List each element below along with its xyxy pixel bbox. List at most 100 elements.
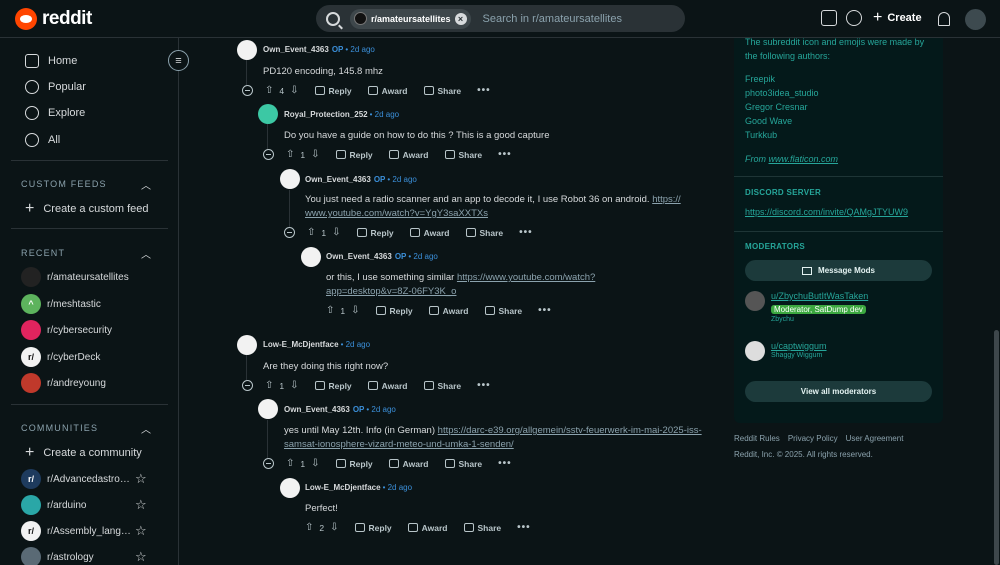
reply-button[interactable]: Reply xyxy=(335,459,373,469)
more-options-icon[interactable]: ••• xyxy=(498,149,512,160)
award-button[interactable]: Award xyxy=(388,150,429,160)
chevron-up-icon[interactable]: ︿ xyxy=(141,177,151,192)
recent-heading[interactable]: RECENT xyxy=(21,248,65,258)
downvote-icon[interactable]: ⇩ xyxy=(290,85,298,96)
create-button[interactable]: + Create xyxy=(873,10,922,26)
recent-item[interactable]: r/amateursatellites xyxy=(21,267,129,287)
share-button[interactable]: Share xyxy=(444,150,482,160)
nav-explore[interactable]: Explore xyxy=(25,106,85,120)
reply-button[interactable]: Reply xyxy=(314,381,352,391)
award-button[interactable]: Award xyxy=(407,523,448,533)
upvote-icon[interactable]: ⇧ xyxy=(286,458,294,469)
upvote-icon[interactable]: ⇧ xyxy=(307,227,315,238)
community-item[interactable]: r/r/Advancedastro… xyxy=(21,469,130,489)
favorite-star-icon[interactable]: ☆ xyxy=(135,523,147,539)
comment-avatar[interactable] xyxy=(258,399,278,419)
favorite-star-icon[interactable]: ☆ xyxy=(135,549,147,565)
collapse-icon[interactable] xyxy=(242,85,253,96)
community-item[interactable]: r/astrology xyxy=(21,547,94,565)
footer-link[interactable]: User Agreement xyxy=(846,434,904,443)
collapse-icon[interactable] xyxy=(284,227,295,238)
more-options-icon[interactable]: ••• xyxy=(519,227,533,238)
collapse-icon[interactable] xyxy=(263,149,274,160)
more-options-icon[interactable]: ••• xyxy=(477,380,491,391)
create-community[interactable]: + Create a community xyxy=(25,445,142,461)
nav-popular[interactable]: Popular xyxy=(25,80,86,94)
user-avatar[interactable] xyxy=(965,9,986,30)
downvote-icon[interactable]: ⇩ xyxy=(332,227,340,238)
downvote-icon[interactable]: ⇩ xyxy=(351,305,359,316)
upvote-icon[interactable]: ⇧ xyxy=(305,522,313,533)
comment-time[interactable]: • 2d ago xyxy=(387,175,417,184)
comment-avatar[interactable] xyxy=(280,169,300,189)
reply-button[interactable]: Reply xyxy=(356,228,394,238)
comment-time[interactable]: • 2d ago xyxy=(366,405,396,414)
recent-item[interactable]: r/r/cyberDeck xyxy=(21,347,100,367)
comment-author[interactable]: Own_Event_4363 xyxy=(263,45,329,54)
comment-author[interactable]: Royal_Protection_252 xyxy=(284,110,368,119)
more-options-icon[interactable]: ••• xyxy=(517,522,531,533)
award-button[interactable]: Award xyxy=(428,306,469,316)
moderator-item[interactable]: u/ZbychuButItWasTaken Moderator, SatDump… xyxy=(745,291,868,323)
comment-avatar[interactable] xyxy=(258,104,278,124)
comment-avatar[interactable] xyxy=(237,40,257,60)
share-button[interactable]: Share xyxy=(423,381,461,391)
discord-link[interactable]: https://discord.com/invite/QAMgJTYUW9 xyxy=(745,207,908,217)
downvote-icon[interactable]: ⇩ xyxy=(330,522,338,533)
recent-item[interactable]: ^ r/meshtastic xyxy=(21,294,101,314)
upvote-icon[interactable]: ⇧ xyxy=(265,85,273,96)
award-button[interactable]: Award xyxy=(367,381,408,391)
recent-item[interactable]: r/cybersecurity xyxy=(21,320,112,340)
reply-button[interactable]: Reply xyxy=(354,523,392,533)
more-options-icon[interactable]: ••• xyxy=(498,458,512,469)
recent-item[interactable]: r/andreyoung xyxy=(21,373,106,393)
reply-button[interactable]: Reply xyxy=(314,86,352,96)
moderator-item[interactable]: u/captwiggum Shaggy Wiggum xyxy=(745,341,827,361)
custom-feeds-heading[interactable]: CUSTOM FEEDS xyxy=(21,179,107,189)
reply-button[interactable]: Reply xyxy=(375,306,413,316)
nav-all[interactable]: All xyxy=(25,133,60,147)
favorite-star-icon[interactable]: ☆ xyxy=(135,497,147,513)
chevron-up-icon[interactable]: ︿ xyxy=(141,246,151,261)
more-options-icon[interactable]: ••• xyxy=(538,305,552,316)
footer-link[interactable]: Reddit Rules xyxy=(734,434,780,443)
more-options-icon[interactable]: ••• xyxy=(477,85,491,96)
comment-author[interactable]: Low-E_McDjentface xyxy=(305,483,381,492)
award-button[interactable]: Award xyxy=(388,459,429,469)
share-button[interactable]: Share xyxy=(465,228,503,238)
community-item[interactable]: r/r/Assembly_lang… xyxy=(21,521,131,541)
comment-avatar[interactable] xyxy=(301,247,321,267)
search-input[interactable]: Search in r/amateursatellites xyxy=(483,13,622,25)
notifications-bell-icon[interactable] xyxy=(938,12,950,26)
moderator-name[interactable]: u/ZbychuButItWasTaken xyxy=(771,291,868,301)
scrollbar[interactable] xyxy=(994,330,999,565)
footer-link[interactable]: Privacy Policy xyxy=(788,434,838,443)
upvote-icon[interactable]: ⇧ xyxy=(326,305,334,316)
view-all-moderators-button[interactable]: View all moderators xyxy=(745,381,932,402)
nav-home[interactable]: Home xyxy=(25,54,77,68)
downvote-icon[interactable]: ⇩ xyxy=(290,380,298,391)
reply-button[interactable]: Reply xyxy=(335,150,373,160)
chip-close-icon[interactable]: × xyxy=(454,12,467,25)
comment-author[interactable]: Own_Event_4363 xyxy=(326,252,392,261)
comment-time[interactable]: • 2d ago xyxy=(341,340,371,349)
share-button[interactable]: Share xyxy=(423,86,461,96)
downvote-icon[interactable]: ⇩ xyxy=(311,149,319,160)
comment-author[interactable]: Low-E_McDjentface xyxy=(263,340,339,349)
share-button[interactable]: Share xyxy=(463,523,501,533)
create-custom-feed[interactable]: + Create a custom feed xyxy=(25,201,149,217)
search-bar[interactable]: r/amateursatellites × Search in r/amateu… xyxy=(316,5,685,32)
advertise-icon[interactable] xyxy=(821,10,837,26)
message-mods-button[interactable]: Message Mods xyxy=(745,260,932,281)
award-button[interactable]: Award xyxy=(409,228,450,238)
chevron-up-icon[interactable]: ︿ xyxy=(141,421,151,436)
share-button[interactable]: Share xyxy=(444,459,482,469)
chat-icon[interactable] xyxy=(846,10,862,26)
comment-time[interactable]: • 2d ago xyxy=(383,483,413,492)
collapse-icon[interactable] xyxy=(242,380,253,391)
upvote-icon[interactable]: ⇧ xyxy=(265,380,273,391)
comment-time[interactable]: • 2d ago xyxy=(370,110,400,119)
moderator-name[interactable]: u/captwiggum xyxy=(771,341,827,351)
flaticon-link[interactable]: www.flaticon.com xyxy=(769,154,839,164)
share-button[interactable]: Share xyxy=(484,306,522,316)
